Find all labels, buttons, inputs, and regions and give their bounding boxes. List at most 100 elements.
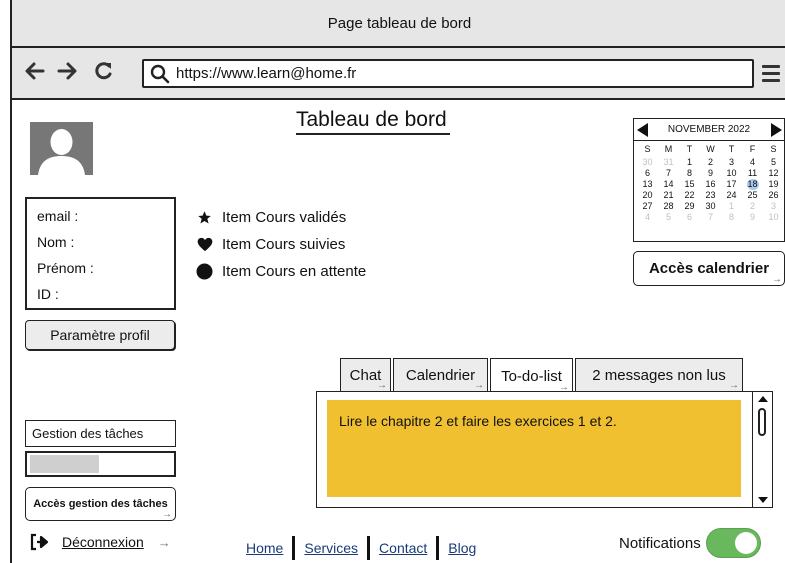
legend-label: Item Cours validés xyxy=(222,209,347,226)
calendar-day[interactable]: 28 xyxy=(658,201,679,212)
scroll-up-icon[interactable] xyxy=(758,396,768,402)
legend-item-validated: Item Cours validés xyxy=(196,204,366,231)
tab-label: To-do-list xyxy=(501,368,562,385)
calendar-day[interactable]: 14 xyxy=(658,179,679,190)
footer-divider xyxy=(436,536,440,560)
url-text: https://www.learn@home.fr xyxy=(176,65,357,82)
scroll-thumb[interactable] xyxy=(758,408,766,436)
tab-bar: Chat → Calendrier → To-do-list → 2 messa… xyxy=(340,358,745,394)
calendar-day[interactable]: 17 xyxy=(721,179,742,190)
calendar-day[interactable]: 10 xyxy=(763,212,784,223)
todo-note[interactable]: Lire le chapitre 2 et faire les exercice… xyxy=(327,400,741,497)
toggle-knob xyxy=(734,532,757,554)
corner-arrow-icon: → xyxy=(729,380,739,391)
task-input[interactable] xyxy=(25,451,176,477)
calendar-day[interactable]: 4 xyxy=(637,212,658,223)
profile-settings-button[interactable]: Paramètre profil xyxy=(25,320,175,350)
profile-field-id: ID : xyxy=(37,286,59,302)
task-input-fill xyxy=(30,455,99,473)
notifications-toggle[interactable] xyxy=(705,528,761,558)
hamburger-icon[interactable] xyxy=(762,65,780,86)
arrow-right-icon[interactable] xyxy=(56,60,78,88)
star-icon xyxy=(196,209,213,226)
calendar-day[interactable]: 24 xyxy=(721,190,742,201)
calendar-day[interactable]: 27 xyxy=(637,201,658,212)
course-legend: Item Cours validés Item Cours suivies It… xyxy=(196,204,366,285)
logout-link[interactable]: Déconnexion → xyxy=(30,533,171,551)
calendar-day[interactable]: 11 xyxy=(742,168,763,179)
search-icon xyxy=(150,64,170,83)
calendar-day[interactable]: 3 xyxy=(763,201,784,212)
calendar-day[interactable]: 26 xyxy=(763,190,784,201)
calendar-day[interactable]: 5 xyxy=(658,212,679,223)
calendar-day[interactable]: 2 xyxy=(700,157,721,168)
calendar-day[interactable]: 22 xyxy=(679,190,700,201)
notifications-label: Notifications xyxy=(619,534,701,552)
todo-panel: Lire le chapitre 2 et faire les exercice… xyxy=(316,391,773,508)
calendar-day[interactable]: 8 xyxy=(721,212,742,223)
heart-icon xyxy=(196,236,213,253)
calendar-day[interactable]: 30 xyxy=(700,201,721,212)
corner-arrow-icon: → xyxy=(474,380,484,391)
tab-calendrier[interactable]: Calendrier → xyxy=(393,358,488,392)
panel-scrollbar[interactable] xyxy=(752,392,772,507)
calendar-day[interactable]: 6 xyxy=(679,212,700,223)
next-month-icon[interactable] xyxy=(771,123,782,137)
calendar-day[interactable]: 5 xyxy=(763,157,784,168)
calendar-day[interactable]: 6 xyxy=(637,168,658,179)
footer-link-services[interactable]: Services xyxy=(304,540,358,556)
calendar-day[interactable]: 10 xyxy=(721,168,742,179)
arrow-left-icon[interactable] xyxy=(24,60,46,88)
calendar-day[interactable]: 15 xyxy=(679,179,700,190)
logout-icon xyxy=(30,533,49,551)
profile-field-email: email : xyxy=(37,208,79,224)
calendar-day[interactable]: 4 xyxy=(742,157,763,168)
calendar-day[interactable]: 30 xyxy=(637,157,658,168)
calendar-day[interactable]: 8 xyxy=(679,168,700,179)
calendar-day[interactable]: 7 xyxy=(700,212,721,223)
calendar-day[interactable]: 29 xyxy=(679,201,700,212)
calendar-day[interactable]: 1 xyxy=(721,201,742,212)
profile-info-box: email : Nom : Prénom : ID : xyxy=(25,197,176,310)
url-bar[interactable]: https://www.learn@home.fr xyxy=(142,59,754,88)
footer-link-home[interactable]: Home xyxy=(246,540,283,556)
footer-divider xyxy=(367,536,371,560)
task-management-button[interactable]: Accès gestion des tâches → xyxy=(25,487,176,521)
reload-icon[interactable] xyxy=(92,60,114,88)
legend-label: Item Cours en attente xyxy=(222,263,367,280)
calendar-day[interactable]: 16 xyxy=(700,179,721,190)
page-title: Tableau de bord xyxy=(296,108,450,135)
calendar-day[interactable]: 1 xyxy=(679,157,700,168)
calendar-grid: S M T W T F S 30 31 1 2 3 4 5 6 7 8 9 10 11 12 13 14 15 16 17 18 19… xyxy=(634,141,784,223)
calendar-day[interactable]: 2 xyxy=(742,201,763,212)
calendar-day[interactable]: 9 xyxy=(742,212,763,223)
tab-unread-messages[interactable]: 2 messages non lus → xyxy=(575,358,743,392)
calendar-day-selected[interactable]: 18 xyxy=(746,179,759,190)
legend-item-pending: Item Cours en attente xyxy=(196,258,366,285)
calendar-day[interactable]: 13 xyxy=(637,179,658,190)
footer-link-blog[interactable]: Blog xyxy=(448,540,476,556)
calendar-day[interactable]: 9 xyxy=(700,168,721,179)
legend-label: Item Cours suivies xyxy=(222,236,346,253)
calendar-day[interactable]: 25 xyxy=(742,190,763,201)
calendar-access-button[interactable]: Accès calendrier → xyxy=(633,251,785,286)
calendar-day[interactable]: 20 xyxy=(637,190,658,201)
footer-link-contact[interactable]: Contact xyxy=(379,540,427,556)
calendar-day[interactable]: 19 xyxy=(763,179,784,190)
mini-calendar: NOVEMBER 2022 S M T W T F S 30 31 1 2 3 4 5 6 7 8 9 10 11 12… xyxy=(633,118,785,242)
calendar-day[interactable]: 12 xyxy=(763,168,784,179)
task-management-text: Gestion des tâches xyxy=(32,426,144,441)
calendar-day[interactable]: 31 xyxy=(658,157,679,168)
prev-month-icon[interactable] xyxy=(637,123,648,137)
calendar-weekday: M xyxy=(664,144,673,154)
scroll-down-icon[interactable] xyxy=(758,497,768,503)
corner-arrow-icon: → xyxy=(162,509,172,520)
calendar-day[interactable]: 3 xyxy=(721,157,742,168)
tab-chat[interactable]: Chat → xyxy=(340,358,391,392)
notifications-setting: Notifications xyxy=(619,528,761,558)
tab-todo-list[interactable]: To-do-list → xyxy=(490,358,573,394)
calendar-day[interactable]: 23 xyxy=(700,190,721,201)
footer-links: Home Services Contact Blog xyxy=(246,536,476,560)
calendar-day[interactable]: 7 xyxy=(658,168,679,179)
calendar-day[interactable]: 21 xyxy=(658,190,679,201)
